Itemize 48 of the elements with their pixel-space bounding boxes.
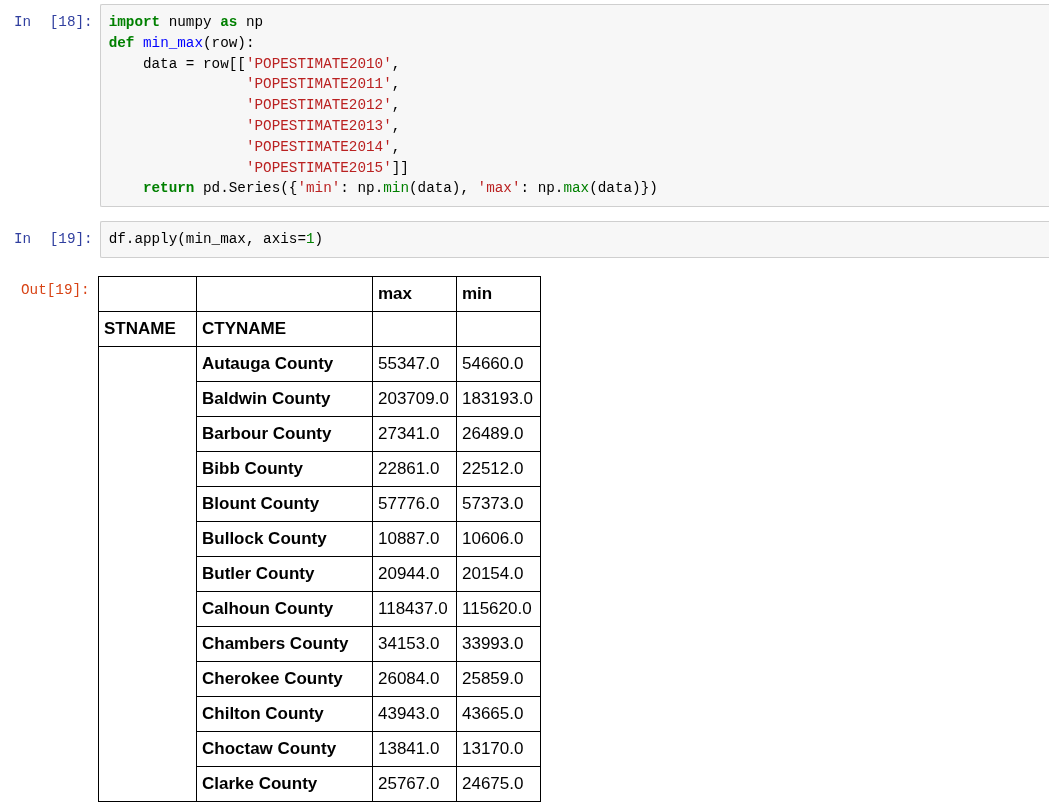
table-cell: 22861.0 xyxy=(372,451,457,487)
table-cell: 57776.0 xyxy=(372,486,457,522)
output-prompt: Out[19]: xyxy=(20,280,91,300)
table-cell: 115620.0 xyxy=(456,591,541,627)
row-label: Cherokee County xyxy=(196,661,373,697)
table-cell: 25859.0 xyxy=(456,661,541,697)
table-cell: 10606.0 xyxy=(456,521,541,557)
table-cell: 27341.0 xyxy=(372,416,457,452)
table-cell: 10887.0 xyxy=(372,521,457,557)
table-cell: 33993.0 xyxy=(456,626,541,662)
table-cell: 183193.0 xyxy=(456,381,541,417)
table-cell: 43665.0 xyxy=(456,696,541,732)
row-label: Bullock County xyxy=(196,521,373,557)
code-editor[interactable]: df.apply(min_max, axis=1) xyxy=(99,221,1049,258)
row-label: Chambers County xyxy=(196,626,373,662)
input-prompt: In [18]: xyxy=(13,13,93,32)
table-cell: 25767.0 xyxy=(372,766,457,802)
table-cell: 203709.0 xyxy=(372,381,457,417)
column-header: min xyxy=(456,276,541,312)
row-label: Chilton County xyxy=(196,696,373,732)
row-label: Choctaw County xyxy=(196,731,373,767)
input-prompt: In [19]: xyxy=(13,230,93,250)
row-label: Butler County xyxy=(196,556,373,592)
table-cell: 24675.0 xyxy=(456,766,541,802)
row-label: Bibb County xyxy=(196,451,373,487)
row-label: Calhoun County xyxy=(196,591,373,627)
table-cell: 20154.0 xyxy=(456,556,541,592)
index-name: STNAME xyxy=(98,311,197,347)
row-label: Barbour County xyxy=(196,416,373,452)
table-cell: 55347.0 xyxy=(372,346,457,382)
row-label: Blount County xyxy=(196,486,373,522)
row-label: Baldwin County xyxy=(196,381,373,417)
table-cell: 118437.0 xyxy=(372,591,457,627)
table-cell: 22512.0 xyxy=(456,451,541,487)
table-cell: 54660.0 xyxy=(456,346,541,382)
table-cell: 26489.0 xyxy=(456,416,541,452)
table-cell: 13841.0 xyxy=(372,731,457,767)
table-cell: 20944.0 xyxy=(372,556,457,592)
index-name: CTYNAME xyxy=(196,311,373,347)
table-cell: 34153.0 xyxy=(372,626,457,662)
row-label: Clarke County xyxy=(196,766,373,802)
code-editor[interactable]: import numpy as np def min_max(row): data = row[['POPESTIMATE2010', 'POPESTIMATE2011', 'POPESTIMATE2012', 'POPESTIMATE2013', 'POPESTIMATE2014', 'POPESTIMATE2015']] return pd.Series({'min': np.min(data), 'max': np.max(data)}) xyxy=(99,4,1049,208)
table-cell: 57373.0 xyxy=(456,486,541,522)
table-cell: 26084.0 xyxy=(372,661,457,697)
table-cell: 13170.0 xyxy=(456,731,541,767)
column-header: max xyxy=(372,276,457,312)
table-cell: 43943.0 xyxy=(372,696,457,732)
row-label: Autauga County xyxy=(196,346,373,382)
